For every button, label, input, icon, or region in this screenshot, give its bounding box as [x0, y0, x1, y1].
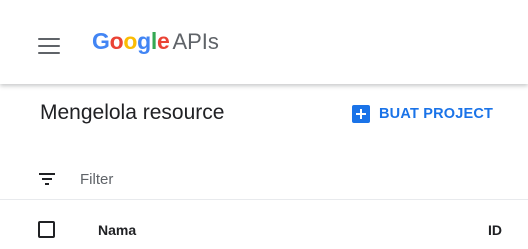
select-all-checkbox[interactable]: [38, 221, 55, 238]
create-project-button[interactable]: BUAT PROJECT: [352, 99, 493, 129]
filter-list-icon: [39, 173, 55, 185]
column-header-id[interactable]: ID: [488, 222, 502, 238]
top-app-bar: Google APIs: [0, 0, 528, 84]
add-box-icon: [352, 105, 370, 123]
filter-input[interactable]: [80, 168, 480, 190]
filter-bar: [0, 160, 528, 200]
hamburger-menu-icon[interactable]: [38, 38, 60, 54]
column-header-nama[interactable]: Nama: [98, 222, 136, 238]
create-project-label: BUAT PROJECT: [379, 106, 494, 122]
page-title: Mengelola resource: [40, 101, 225, 124]
google-apis-logo[interactable]: Google APIs: [92, 28, 219, 58]
google-wordmark: Google: [92, 28, 170, 54]
product-name: APIs: [172, 29, 219, 54]
table-header-row: Nama ID: [0, 208, 528, 249]
